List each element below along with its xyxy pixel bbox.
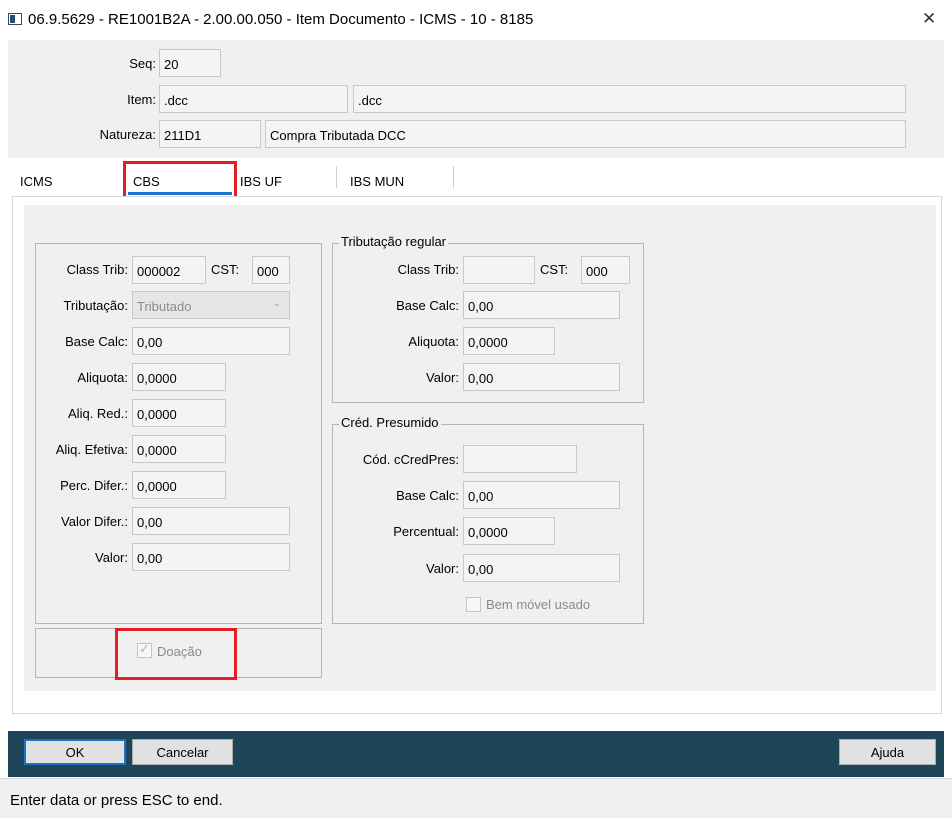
tab-cbs-highlight bbox=[123, 161, 237, 201]
natureza-code-field[interactable]: 211D1 bbox=[159, 120, 261, 148]
bem-movel-label: Bem móvel usado bbox=[486, 597, 591, 612]
seq-label: Seq: bbox=[129, 56, 156, 71]
cp-percentual-field[interactable]: 0,0000 bbox=[463, 517, 555, 545]
tr-class-trib-label: Class Trib: bbox=[397, 262, 459, 277]
perc-difer-field[interactable]: 0,0000 bbox=[132, 471, 226, 499]
cp-valor-field[interactable]: 0,00 bbox=[463, 554, 620, 582]
tab-icms[interactable]: ICMS bbox=[20, 174, 53, 189]
item-label: Item: bbox=[127, 92, 156, 107]
base-calc-field[interactable]: 0,00 bbox=[132, 327, 290, 355]
cp-valor-label: Valor: bbox=[426, 561, 459, 576]
aliq-efetiva-label: Aliq. Efetiva: bbox=[55, 442, 128, 457]
natureza-label: Natureza: bbox=[99, 127, 156, 142]
doacao-highlight bbox=[115, 628, 237, 680]
natureza-description-field[interactable]: Compra Tributada DCC bbox=[265, 120, 906, 148]
tab-divider bbox=[336, 166, 337, 188]
tributacao-value: Tributado bbox=[137, 299, 192, 314]
class-trib-field[interactable]: 000002 bbox=[132, 256, 206, 284]
cst-label: CST: bbox=[211, 262, 240, 277]
cp-cod-label: Cód. cCredPres: bbox=[362, 452, 459, 467]
tr-aliquota-field[interactable]: 0,0000 bbox=[463, 327, 555, 355]
tr-base-calc-field[interactable]: 0,00 bbox=[463, 291, 620, 319]
tributacao-select[interactable]: Tributado ⌄ bbox=[132, 291, 290, 319]
tab-ibs-uf[interactable]: IBS UF bbox=[240, 174, 282, 189]
tr-aliquota-label: Aliquota: bbox=[408, 334, 459, 349]
tr-base-calc-label: Base Calc: bbox=[396, 298, 459, 313]
valor-field[interactable]: 0,00 bbox=[132, 543, 290, 571]
cp-cod-field[interactable] bbox=[463, 445, 577, 473]
base-calc-label: Base Calc: bbox=[65, 334, 128, 349]
help-button[interactable]: Ajuda bbox=[839, 739, 936, 765]
valor-label: Valor: bbox=[95, 550, 128, 565]
status-text: Enter data or press ESC to end. bbox=[10, 792, 223, 809]
cred-presumido-legend: Créd. Presumido bbox=[339, 415, 441, 430]
app-icon bbox=[8, 13, 22, 25]
item-description-field[interactable]: .dcc bbox=[353, 85, 906, 113]
bem-movel-checkbox[interactable] bbox=[466, 597, 481, 612]
tr-valor-label: Valor: bbox=[426, 370, 459, 385]
perc-difer-label: Perc. Difer.: bbox=[60, 478, 128, 493]
valor-difer-field[interactable]: 0,00 bbox=[132, 507, 290, 535]
tr-cst-label: CST: bbox=[540, 262, 569, 277]
tr-cst-field[interactable]: 000 bbox=[581, 256, 630, 284]
aliq-red-label: Aliq. Red.: bbox=[68, 406, 128, 421]
cancel-button[interactable]: Cancelar bbox=[132, 739, 233, 765]
aliq-red-field[interactable]: 0,0000 bbox=[132, 399, 226, 427]
aliquota-field[interactable]: 0,0000 bbox=[132, 363, 226, 391]
window-title: 06.9.5629 - RE1001B2A - 2.00.00.050 - It… bbox=[28, 11, 534, 28]
chevron-down-icon: ⌄ bbox=[272, 298, 281, 309]
tr-valor-field[interactable]: 0,00 bbox=[463, 363, 620, 391]
cp-base-calc-label: Base Calc: bbox=[396, 488, 459, 503]
aliquota-label: Aliquota: bbox=[77, 370, 128, 385]
tributacao-label: Tributação: bbox=[63, 298, 128, 313]
title-bar: 06.9.5629 - RE1001B2A - 2.00.00.050 - It… bbox=[0, 0, 952, 40]
aliq-efetiva-field[interactable]: 0,0000 bbox=[132, 435, 226, 463]
cp-percentual-label: Percentual: bbox=[393, 524, 459, 539]
tab-divider bbox=[453, 166, 454, 188]
close-icon[interactable]: ✕ bbox=[922, 9, 936, 29]
valor-difer-label: Valor Difer.: bbox=[61, 514, 128, 529]
seq-field[interactable]: 20 bbox=[159, 49, 221, 77]
cst-field[interactable]: 000 bbox=[252, 256, 290, 284]
cp-base-calc-field[interactable]: 0,00 bbox=[463, 481, 620, 509]
tributacao-regular-legend: Tributação regular bbox=[339, 234, 449, 249]
item-code-field[interactable]: .dcc bbox=[159, 85, 348, 113]
ok-button[interactable]: OK bbox=[24, 739, 126, 765]
tab-ibs-mun[interactable]: IBS MUN bbox=[350, 174, 404, 189]
class-trib-label: Class Trib: bbox=[66, 262, 128, 277]
tr-class-trib-field[interactable] bbox=[463, 256, 535, 284]
